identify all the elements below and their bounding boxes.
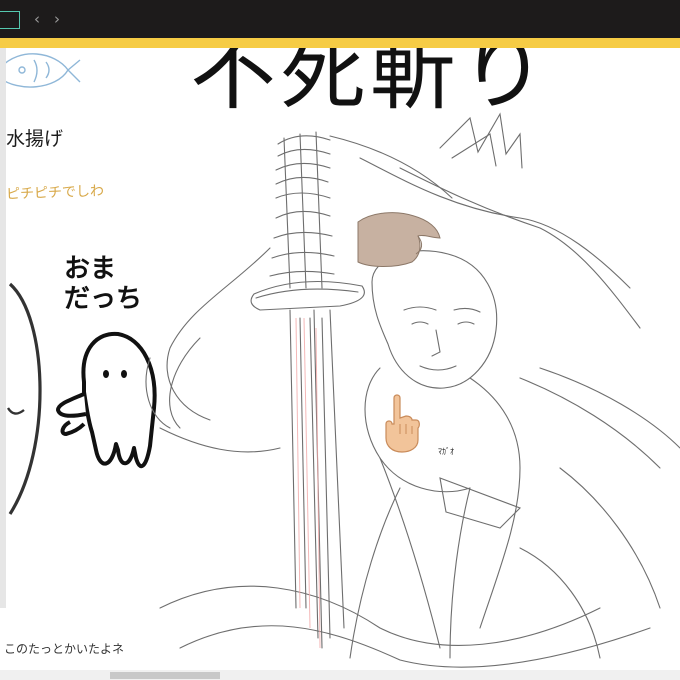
note-yellow-text: ピチピチでしわ (5, 183, 105, 203)
fish-doodle (0, 53, 81, 88)
hand-point-up-icon (385, 394, 420, 453)
bottom-note-text: このたっとかいたよネ (4, 642, 125, 656)
accent-bar (0, 38, 680, 48)
mascot-doodle (56, 331, 157, 469)
circle-doodle (8, 282, 42, 515)
hand-grab-icon (357, 212, 441, 267)
blade-highlight (295, 317, 321, 649)
character-label-line2: だっち (64, 284, 143, 314)
horizontal-scrollbar[interactable] (0, 670, 680, 680)
back-button[interactable]: ‹ (34, 9, 40, 29)
forward-button[interactable]: › (54, 9, 60, 29)
drawing-canvas[interactable]: 不死斬り 水揚げ ピチピチでしわ おま だっち ﾏｶﾞｵ このたっとかいたよネ (0, 48, 680, 670)
window-titlebar: ‹ › (0, 0, 680, 38)
left-panel-edge (0, 48, 6, 608)
character-label-line1: おま (64, 254, 117, 284)
character-label: おま だっち (64, 254, 142, 314)
scrollbar-thumb[interactable] (110, 672, 220, 679)
canvas-sketch-layer (0, 53, 680, 668)
warrior-sketch (145, 112, 680, 668)
canvas-tab[interactable] (0, 11, 20, 29)
note-blue-text: 水揚げ (6, 128, 64, 150)
small-annotation: ﾏｶﾞｵ (438, 447, 454, 456)
